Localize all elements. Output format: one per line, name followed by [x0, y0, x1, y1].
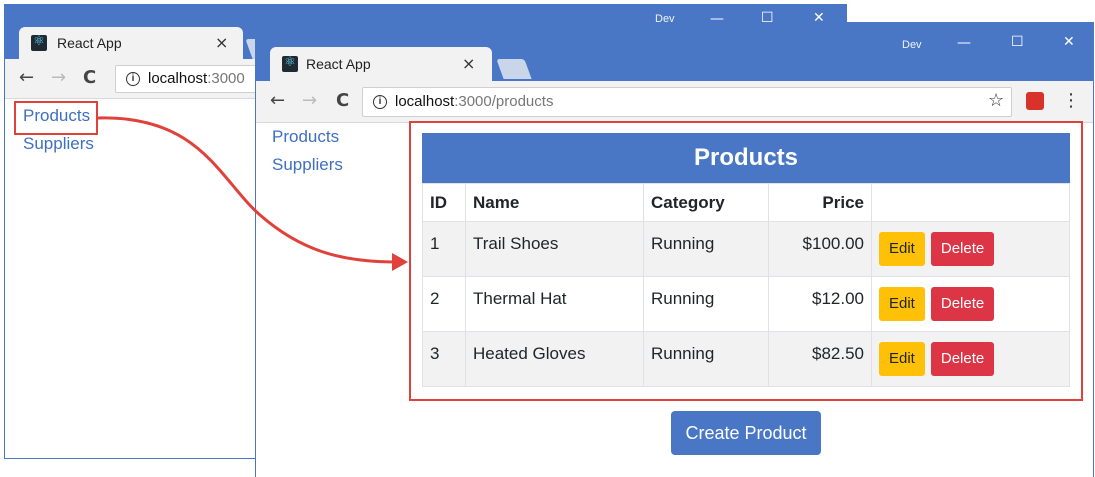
annotation-arrow	[97, 116, 408, 271]
arrow-curve	[97, 116, 397, 264]
arrow-head-icon	[392, 253, 408, 271]
